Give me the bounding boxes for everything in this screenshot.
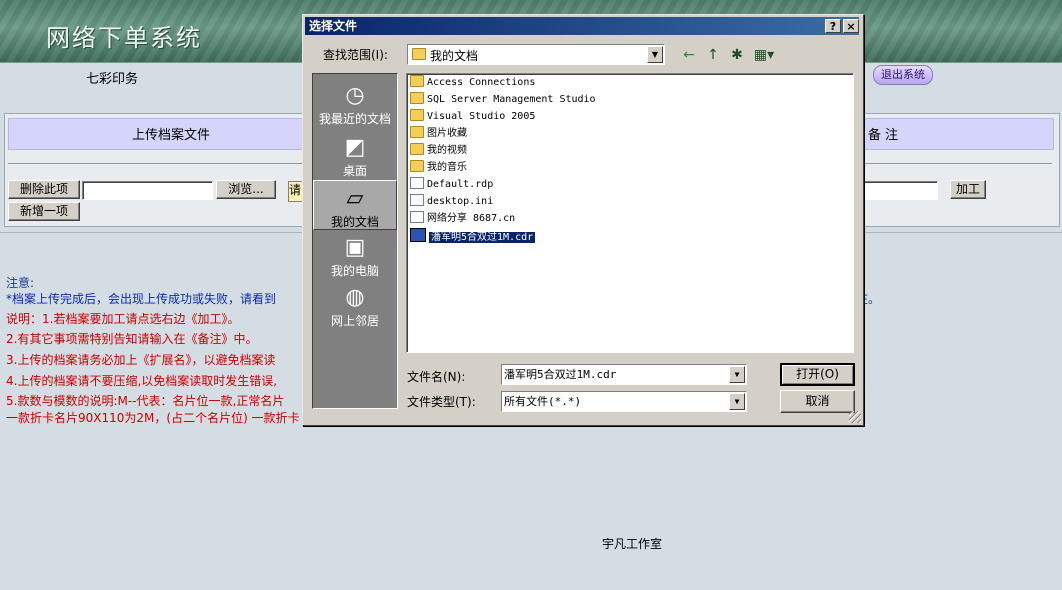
web-link-icon	[410, 211, 424, 223]
app-title: 网络下单系统	[46, 24, 202, 52]
chevron-down-icon[interactable]: ▼	[729, 366, 745, 383]
place-network[interactable]: ◍ 网上邻居	[313, 280, 397, 330]
note-line-6: 一款折卡名片90X110为2M，(占二个名片位) 一款折卡	[6, 411, 300, 425]
note-line-5: 5.款数与模数的说明:M--代表：名片位一款,正常名片	[6, 394, 285, 408]
help-icon[interactable]: ?	[825, 19, 841, 33]
note-line-1: 说明：1.若档案要加工请点选右边《加工》。	[6, 312, 240, 326]
column-header-upload: 上传档案文件	[132, 128, 211, 143]
recent-documents-icon: ◷	[345, 83, 365, 108]
notes-title: 注意:	[6, 276, 35, 290]
note-line-0: *档案上传完成后，会出现上传成功或失败，请看到	[6, 292, 277, 306]
list-item[interactable]: 图片收藏	[410, 126, 467, 142]
filename-input[interactable]: 潘军明5合双过1M.cdr ▼	[501, 364, 747, 385]
filetype-label: 文件类型(T):	[407, 395, 476, 409]
place-desktop[interactable]: ◩ 桌面	[313, 130, 397, 180]
file-path-input[interactable]	[82, 181, 213, 200]
browse-button[interactable]: 浏览...	[216, 180, 276, 199]
column-header-note: 备注	[868, 128, 903, 143]
note-line-2: 2.有其它事项需特别告知请输入在《备注》中。	[6, 332, 258, 346]
list-item[interactable]: 我的音乐	[410, 160, 467, 176]
back-icon[interactable]: ←	[680, 46, 698, 64]
list-item-selected[interactable]: 潘军明5合双过1M.cdr	[410, 228, 537, 244]
note-input[interactable]	[858, 181, 938, 200]
close-icon[interactable]: ×	[843, 19, 859, 33]
note-line-4: 4.上传的档案请不要压缩,以免档案读取时发生错误,	[6, 374, 278, 388]
delete-row-button[interactable]: 删除此项	[8, 180, 80, 199]
view-menu-icon[interactable]: ▦▾	[752, 46, 776, 64]
up-folder-icon[interactable]: ↑	[704, 46, 722, 64]
folder-icon	[412, 48, 426, 60]
video-folder-icon	[410, 143, 424, 155]
filename-label: 文件名(N):	[407, 370, 466, 384]
folder-icon	[410, 126, 424, 138]
chevron-down-icon[interactable]: ▼	[647, 46, 663, 63]
network-icon: ◍	[345, 285, 365, 310]
chevron-down-icon[interactable]: ▼	[729, 393, 745, 410]
dialog-title: 选择文件	[309, 19, 358, 33]
list-item[interactable]: Default.rdp	[410, 177, 493, 193]
folder-icon	[410, 92, 424, 104]
place-my-documents[interactable]: ▱ 我的文档	[313, 180, 397, 230]
look-in-label: 查找范围(I):	[323, 48, 388, 62]
look-in-select[interactable]: 我的文档 ▼	[407, 44, 665, 65]
folder-icon	[410, 109, 424, 121]
music-folder-icon	[410, 160, 424, 172]
new-folder-icon[interactable]: ✱	[728, 46, 746, 64]
cancel-button[interactable]: 取消	[780, 390, 855, 413]
places-bar: ◷ 我最近的文档 ◩ 桌面 ▱ 我的文档 ▣ 我的电脑 ◍ 网上邻居	[312, 73, 398, 409]
list-item[interactable]: Access Connections	[410, 75, 535, 91]
my-documents-icon: ▱	[346, 186, 364, 211]
desktop-icon: ◩	[344, 135, 366, 160]
company-name: 七彩印务	[86, 72, 139, 87]
note-line-3: 3.上传的档案请务必加上《扩展名》，以避免档案读	[6, 353, 276, 367]
open-button[interactable]: 打开(O)	[780, 363, 855, 386]
dialog-titlebar[interactable]: 选择文件 ? ×	[305, 17, 859, 35]
list-item[interactable]: SQL Server Management Studio	[410, 92, 596, 108]
filetype-select[interactable]: 所有文件(*.*) ▼	[501, 391, 747, 412]
file-list[interactable]: Access Connections SQL Server Management…	[406, 73, 854, 353]
ini-file-icon	[410, 194, 424, 206]
resize-grip-icon[interactable]	[849, 411, 861, 423]
my-computer-icon: ▣	[344, 235, 366, 260]
place-my-computer[interactable]: ▣ 我的电脑	[313, 230, 397, 280]
rdp-file-icon	[410, 177, 424, 189]
place-recent[interactable]: ◷ 我最近的文档	[313, 78, 397, 128]
look-in-value: 我的文档	[430, 49, 479, 63]
list-item[interactable]: 网络分享 8687.cn	[410, 211, 515, 227]
footer-studio: 宇凡工作室	[602, 537, 663, 551]
file-open-dialog: 选择文件 ? × 查找范围(I): 我的文档 ▼ ← ↑ ✱ ▦▾ ◷ 我最近的…	[302, 14, 864, 426]
add-row-button[interactable]: 新增一项	[8, 202, 80, 221]
folder-icon	[410, 75, 424, 87]
logout-button[interactable]: 退出系统	[873, 65, 933, 85]
cdr-file-icon	[410, 228, 426, 242]
list-item[interactable]: 我的视频	[410, 143, 467, 159]
list-item[interactable]: desktop.ini	[410, 194, 493, 210]
process-button[interactable]: 加工	[950, 180, 986, 199]
list-item[interactable]: Visual Studio 2005	[410, 109, 535, 125]
